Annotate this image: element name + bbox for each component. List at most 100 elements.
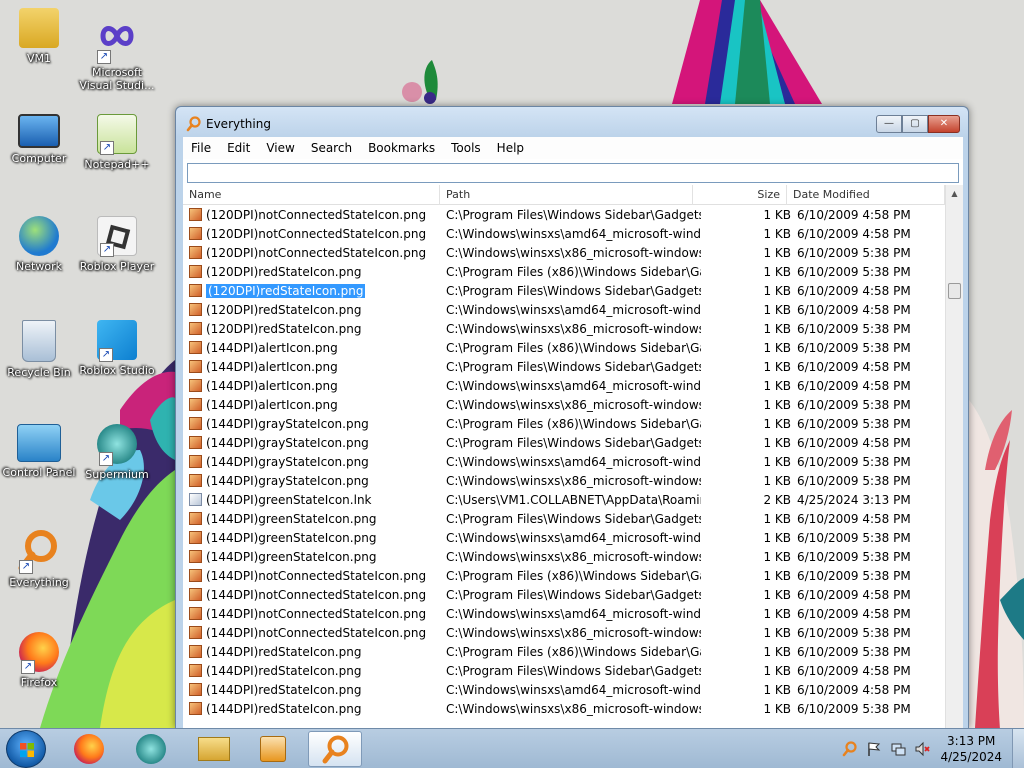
menu-bookmarks[interactable]: Bookmarks [360,141,443,155]
row-file-name: (120DPI)notConnectedStateIcon.png [206,246,427,260]
menu-edit[interactable]: Edit [219,141,258,155]
network-tray-icon[interactable] [890,741,906,757]
row-name-cell: (120DPI)redStateIcon.png [189,320,437,339]
menu-search[interactable]: Search [303,141,360,155]
column-header-date[interactable]: Date Modified [787,185,945,205]
table-row[interactable]: (144DPI)alertIcon.png C:\Windows\winsxs\x… [183,396,945,415]
row-file-name: (144DPI)notConnectedStateIcon.png [206,626,427,640]
png-file-icon [189,588,202,601]
taskbar-media-player[interactable] [246,731,300,767]
menu-help[interactable]: Help [489,141,532,155]
table-row[interactable]: (144DPI)grayStateIcon.png C:\Windows\wins… [183,472,945,491]
row-date-modified: 6/10/2009 4:58 PM [797,588,911,602]
desktop-icon-vm1[interactable]: VM1 [0,8,79,65]
vertical-scrollbar[interactable]: ▲ [945,185,963,729]
table-row[interactable]: (144DPI)grayStateIcon.png C:\Program File… [183,415,945,434]
table-row[interactable]: (120DPI)redStateIcon.png C:\Program Files… [183,282,945,301]
scrollbar-thumb[interactable] [948,283,961,299]
row-size: 1 KB [763,265,791,279]
volume-muted-icon[interactable] [914,741,930,757]
desktop-icon-notepadpp[interactable]: ↗ Notepad++ [77,114,157,171]
desktop-icon-supermium[interactable]: ↗ Supermium [77,424,157,481]
shortcut-arrow-icon: ↗ [19,560,33,574]
row-name-cell: (120DPI)notConnectedStateIcon.png [189,206,437,225]
table-row[interactable]: (144DPI)redStateIcon.png C:\Windows\winsx… [183,681,945,700]
row-file-name: (120DPI)notConnectedStateIcon.png [206,208,427,222]
menu-file[interactable]: File [183,141,219,155]
shortcut-arrow-icon: ↗ [99,348,113,362]
row-date-modified: 6/10/2009 4:58 PM [797,512,911,526]
table-row[interactable]: (144DPI)greenStateIcon.png C:\Windows\win… [183,548,945,567]
system-clock[interactable]: 3:13 PM 4/25/2024 [940,733,1002,765]
scroll-up-arrow-icon[interactable]: ▲ [946,185,963,203]
window-titlebar[interactable]: Everything — ▢ ✕ [176,107,968,137]
table-row[interactable]: (144DPI)notConnectedStateIcon.png C:\Wind… [183,605,945,624]
table-row[interactable]: (120DPI)notConnectedStateIcon.png C:\Prog… [183,206,945,225]
row-date-modified: 6/10/2009 4:58 PM [797,664,911,678]
row-file-name: (144DPI)redStateIcon.png [206,664,362,678]
png-file-icon [189,702,202,715]
row-size: 1 KB [763,512,791,526]
table-row[interactable]: (144DPI)alertIcon.png C:\Program Files (x… [183,339,945,358]
table-row[interactable]: (120DPI)redStateIcon.png C:\Windows\winsx… [183,320,945,339]
table-row[interactable]: (144DPI)notConnectedStateIcon.png C:\Prog… [183,567,945,586]
row-size: 1 KB [763,227,791,241]
table-row[interactable]: (144DPI)redStateIcon.png C:\Program Files… [183,643,945,662]
show-desktop-button[interactable] [1012,729,1024,768]
png-file-icon [189,322,202,335]
desktop-icon-label: Notepad++ [84,158,150,171]
taskbar-everything[interactable] [308,731,362,767]
row-path: C:\Program Files\Windows Sidebar\Gadgets… [446,284,701,298]
action-center-flag-icon[interactable] [866,741,882,757]
menu-view[interactable]: View [258,141,302,155]
row-size: 1 KB [763,531,791,545]
table-row[interactable]: (120DPI)redStateIcon.png C:\Windows\winsx… [183,301,945,320]
column-header-size[interactable]: Size [693,185,787,205]
maximize-button[interactable]: ▢ [902,115,928,133]
taskbar-file-explorer[interactable] [186,731,240,767]
close-button[interactable]: ✕ [928,115,960,133]
table-row[interactable]: (120DPI)notConnectedStateIcon.png C:\Wind… [183,244,945,263]
desktop-icon-roblox-studio[interactable]: ↗ Roblox Studio [77,320,157,377]
table-row[interactable]: (120DPI)redStateIcon.png C:\Program Files… [183,263,945,282]
column-header-path[interactable]: Path [440,185,693,205]
desktop-icon-control-panel[interactable]: Control Panel [0,424,79,479]
png-file-icon [189,550,202,563]
table-row[interactable]: (144DPI)notConnectedStateIcon.png C:\Wind… [183,624,945,643]
table-row[interactable]: (144DPI)grayStateIcon.png C:\Program File… [183,434,945,453]
table-row[interactable]: (120DPI)notConnectedStateIcon.png C:\Wind… [183,225,945,244]
minimize-button[interactable]: — [876,115,902,133]
user-folder-icon [19,8,59,48]
search-input[interactable] [187,163,959,183]
png-file-icon [189,683,202,696]
table-row[interactable]: (144DPI)redStateIcon.png C:\Program Files… [183,662,945,681]
table-row[interactable]: (144DPI)redStateIcon.png C:\Windows\winsx… [183,700,945,719]
table-row[interactable]: (144DPI)alertIcon.png C:\Program Files\Wi… [183,358,945,377]
taskbar-firefox[interactable] [62,731,116,767]
row-name-cell: (144DPI)notConnectedStateIcon.png [189,567,437,586]
start-button[interactable] [6,730,46,768]
desktop-icon-everything[interactable]: ↗ Everything [0,528,79,589]
desktop-icon-firefox[interactable]: ↗ Firefox [0,632,79,689]
row-file-name: (144DPI)notConnectedStateIcon.png [206,607,427,621]
row-path: C:\Program Files\Windows Sidebar\Gadgets… [446,512,701,526]
table-row[interactable]: (144DPI)greenStateIcon.png C:\Program Fil… [183,510,945,529]
row-file-name: (144DPI)notConnectedStateIcon.png [206,588,427,602]
table-row[interactable]: (144DPI)grayStateIcon.png C:\Windows\wins… [183,453,945,472]
table-row[interactable]: (144DPI)greenStateIcon.lnk C:\Users\VM1.C… [183,491,945,510]
desktop-icon-network[interactable]: Network [0,216,79,273]
desktop-icon-computer[interactable]: Computer [0,114,79,165]
row-path: C:\Users\VM1.COLLABNET\AppData\Roamin... [446,493,701,507]
taskbar-supermium[interactable] [124,731,178,767]
row-path: C:\Windows\winsxs\x86_microsoft-windows-… [446,474,701,488]
table-row[interactable]: (144DPI)greenStateIcon.png C:\Windows\win… [183,529,945,548]
menu-tools[interactable]: Tools [443,141,489,155]
table-row[interactable]: (144DPI)alertIcon.png C:\Windows\winsxs\a… [183,377,945,396]
everything-tray-icon[interactable] [842,741,858,757]
desktop-icon-roblox-player[interactable]: ↗ Roblox Player [77,216,157,273]
column-header-name[interactable]: Name [183,185,440,205]
table-row[interactable]: (144DPI)notConnectedStateIcon.png C:\Prog… [183,586,945,605]
row-path: C:\Windows\winsxs\x86_microsoft-windows-… [446,398,701,412]
desktop-icon-recycle-bin[interactable]: Recycle Bin [0,320,79,379]
desktop-icon-visual-studio[interactable]: ↗ Microsoft Visual Studi... [77,18,157,92]
